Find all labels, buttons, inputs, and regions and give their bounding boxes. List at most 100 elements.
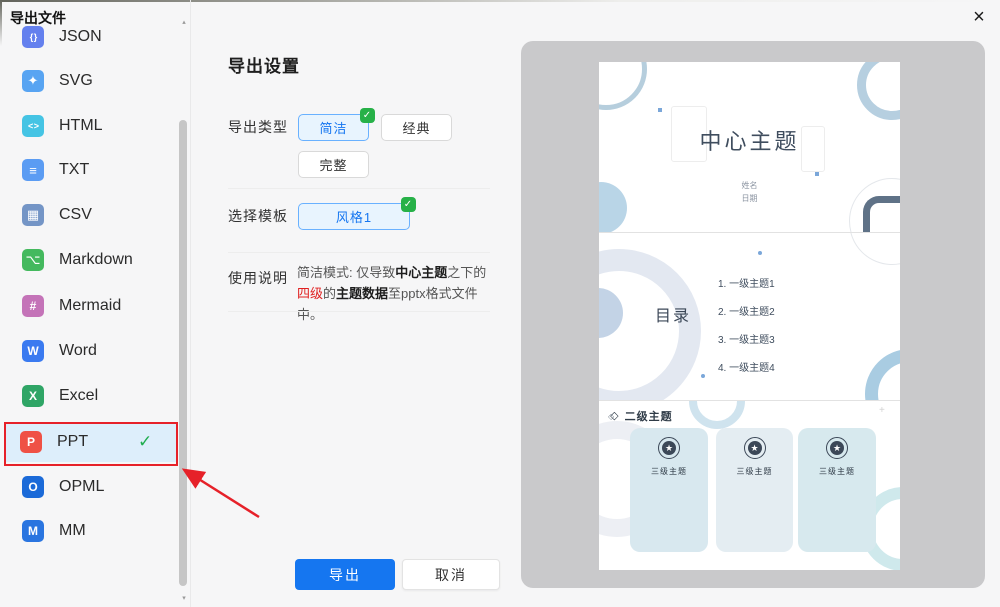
- slide3-header: ◇ ◇ 二级主题: [608, 408, 673, 424]
- slide2-list: 1. 一级主题1 2. 一级主题2 3. 一级主题3 4. 一级主题4: [718, 275, 775, 374]
- sidebar-item-label: JSON: [59, 28, 102, 46]
- star-icon: ★: [830, 441, 844, 455]
- option-label: 完整: [319, 155, 347, 174]
- sidebar-item-mermaid[interactable]: # Mermaid: [8, 286, 176, 326]
- window-top-edge: [0, 0, 1000, 2]
- slide3-section: + ◇ ◇ 二级主题 ★ 三级主题 ★ 三级主题 ★ 三级主题: [599, 400, 900, 570]
- toc-item: 2. 一级主题2: [718, 303, 775, 318]
- dot-decoration: [658, 108, 662, 112]
- dot-decoration: [758, 251, 762, 255]
- scrollbar-up-icon[interactable]: ▴: [179, 18, 189, 26]
- slide1-name: 姓名: [599, 180, 900, 191]
- word-icon: W: [22, 340, 44, 362]
- sidebar-item-excel[interactable]: X Excel: [8, 376, 176, 416]
- circle-decoration: [849, 232, 900, 265]
- selected-badge-icon: ✓: [401, 197, 416, 212]
- close-icon[interactable]: ×: [966, 4, 992, 30]
- export-button[interactable]: 导出: [295, 559, 395, 590]
- note-mid: 的: [323, 286, 336, 301]
- circle-decoration: [865, 349, 900, 400]
- scrollbar-down-icon[interactable]: ▾: [179, 594, 189, 602]
- sidebar-item-txt[interactable]: ≡ TXT: [8, 150, 176, 190]
- instructions-text: 简洁模式: 仅导致中心主题之下的四级的主题数据至pptx格式文件中。: [297, 262, 495, 325]
- option-label: 经典: [402, 118, 430, 137]
- toc-item: 3. 一级主题3: [718, 331, 775, 346]
- sidebar-item-word[interactable]: W Word: [8, 331, 176, 371]
- option-label: 简洁: [319, 118, 347, 137]
- star-icon: ★: [662, 441, 676, 455]
- sidebar-item-markdown[interactable]: ⌥ Markdown: [8, 240, 176, 280]
- circle-decoration: [599, 62, 647, 110]
- dot-decoration: [815, 172, 819, 176]
- topic-card: ★ 三级主题: [798, 428, 876, 552]
- topic-card: ★ 三级主题: [716, 428, 793, 552]
- sidebar-item-label: OPML: [59, 478, 104, 496]
- json-icon: { }: [22, 26, 44, 48]
- sidebar-item-html[interactable]: < > HTML: [8, 106, 176, 146]
- sidebar-item-svg[interactable]: ✦ SVG: [8, 61, 176, 101]
- svg-icon: ✦: [22, 70, 44, 92]
- slide-preview: 中心主题 姓名 日期 目录 1. 一级主题1 2. 一级主题2 3. 一级主题3…: [599, 62, 900, 570]
- section-divider: [228, 252, 490, 253]
- dot-decoration: [701, 374, 705, 378]
- excel-icon: X: [22, 385, 44, 407]
- slide1-title: 中心主题: [599, 124, 900, 156]
- card-label: 三级主题: [737, 466, 773, 477]
- sidebar-item-label: Mermaid: [59, 297, 121, 315]
- plus-decoration: +: [879, 405, 885, 416]
- card-label: 三级主题: [819, 466, 855, 477]
- topic-card: ★ 三级主题: [630, 428, 708, 552]
- mermaid-icon: #: [22, 295, 44, 317]
- sidebar-item-json[interactable]: { } JSON: [8, 17, 176, 57]
- csv-icon: ▦: [22, 204, 44, 226]
- sidebar-item-label: HTML: [59, 117, 103, 135]
- note-red: 四级: [297, 286, 323, 301]
- star-icon: ★: [748, 441, 762, 455]
- note-strong: 主题数据: [336, 286, 388, 301]
- sidebar-item-label: Word: [59, 342, 97, 360]
- section-divider: [228, 188, 490, 189]
- template-label: 选择模板: [228, 206, 288, 226]
- sidebar-item-label: CSV: [59, 206, 92, 224]
- html-icon: < >: [22, 115, 44, 137]
- slide1-date: 日期: [599, 193, 900, 204]
- star-circle-icon: ★: [744, 437, 766, 459]
- slide2-toc: 目录 1. 一级主题1 2. 一级主题2 3. 一级主题3 4. 一级主题4: [599, 232, 900, 400]
- sidebar-scrollbar-thumb[interactable]: [179, 120, 187, 586]
- sidebar-item-csv[interactable]: ▦ CSV: [8, 195, 176, 235]
- preview-panel: 中心主题 姓名 日期 目录 1. 一级主题1 2. 一级主题2 3. 一级主题3…: [521, 41, 985, 588]
- export-button-label: 导出: [329, 565, 361, 585]
- txt-icon: ≡: [22, 159, 44, 181]
- selected-badge-icon: ✓: [360, 108, 375, 123]
- window-left-edge: [0, 0, 2, 46]
- note-strong: 中心主题: [395, 265, 447, 280]
- settings-heading: 导出设置: [228, 52, 300, 77]
- annotation-highlight-box: [4, 422, 178, 466]
- section-divider: [228, 311, 490, 312]
- markdown-icon: ⌥: [22, 249, 44, 271]
- slide3-header-label: 二级主题: [625, 408, 673, 424]
- slide2-toc-label: 目录: [655, 302, 691, 326]
- export-type-option-wanzheng[interactable]: 完整: [298, 151, 369, 178]
- toc-item: 4. 一级主题4: [718, 359, 775, 374]
- sidebar-item-label: SVG: [59, 72, 93, 90]
- star-circle-icon: ★: [658, 437, 680, 459]
- sidebar-item-label: Excel: [59, 387, 98, 405]
- circle-decoration: [857, 62, 900, 120]
- note-mid: 之下的: [447, 265, 486, 280]
- export-type-label: 导出类型: [228, 117, 288, 137]
- mm-icon: M: [22, 520, 44, 542]
- sidebar-item-label: TXT: [59, 161, 89, 179]
- opml-icon: O: [22, 476, 44, 498]
- option-label: 风格1: [336, 207, 372, 226]
- circle-decoration: [689, 400, 745, 429]
- cancel-button[interactable]: 取消: [402, 559, 500, 590]
- note-prefix: 简洁模式: 仅导致: [297, 265, 395, 280]
- star-circle-icon: ★: [826, 437, 848, 459]
- sidebar-item-mm[interactable]: M MM: [8, 511, 176, 551]
- sidebar-item-label: MM: [59, 522, 86, 540]
- sidebar-item-opml[interactable]: O OPML: [8, 467, 176, 507]
- export-type-option-jingdian[interactable]: 经典: [381, 114, 452, 141]
- export-type-option-jianjie[interactable]: 简洁 ✓: [298, 114, 369, 141]
- template-option-style1[interactable]: 风格1 ✓: [298, 203, 410, 230]
